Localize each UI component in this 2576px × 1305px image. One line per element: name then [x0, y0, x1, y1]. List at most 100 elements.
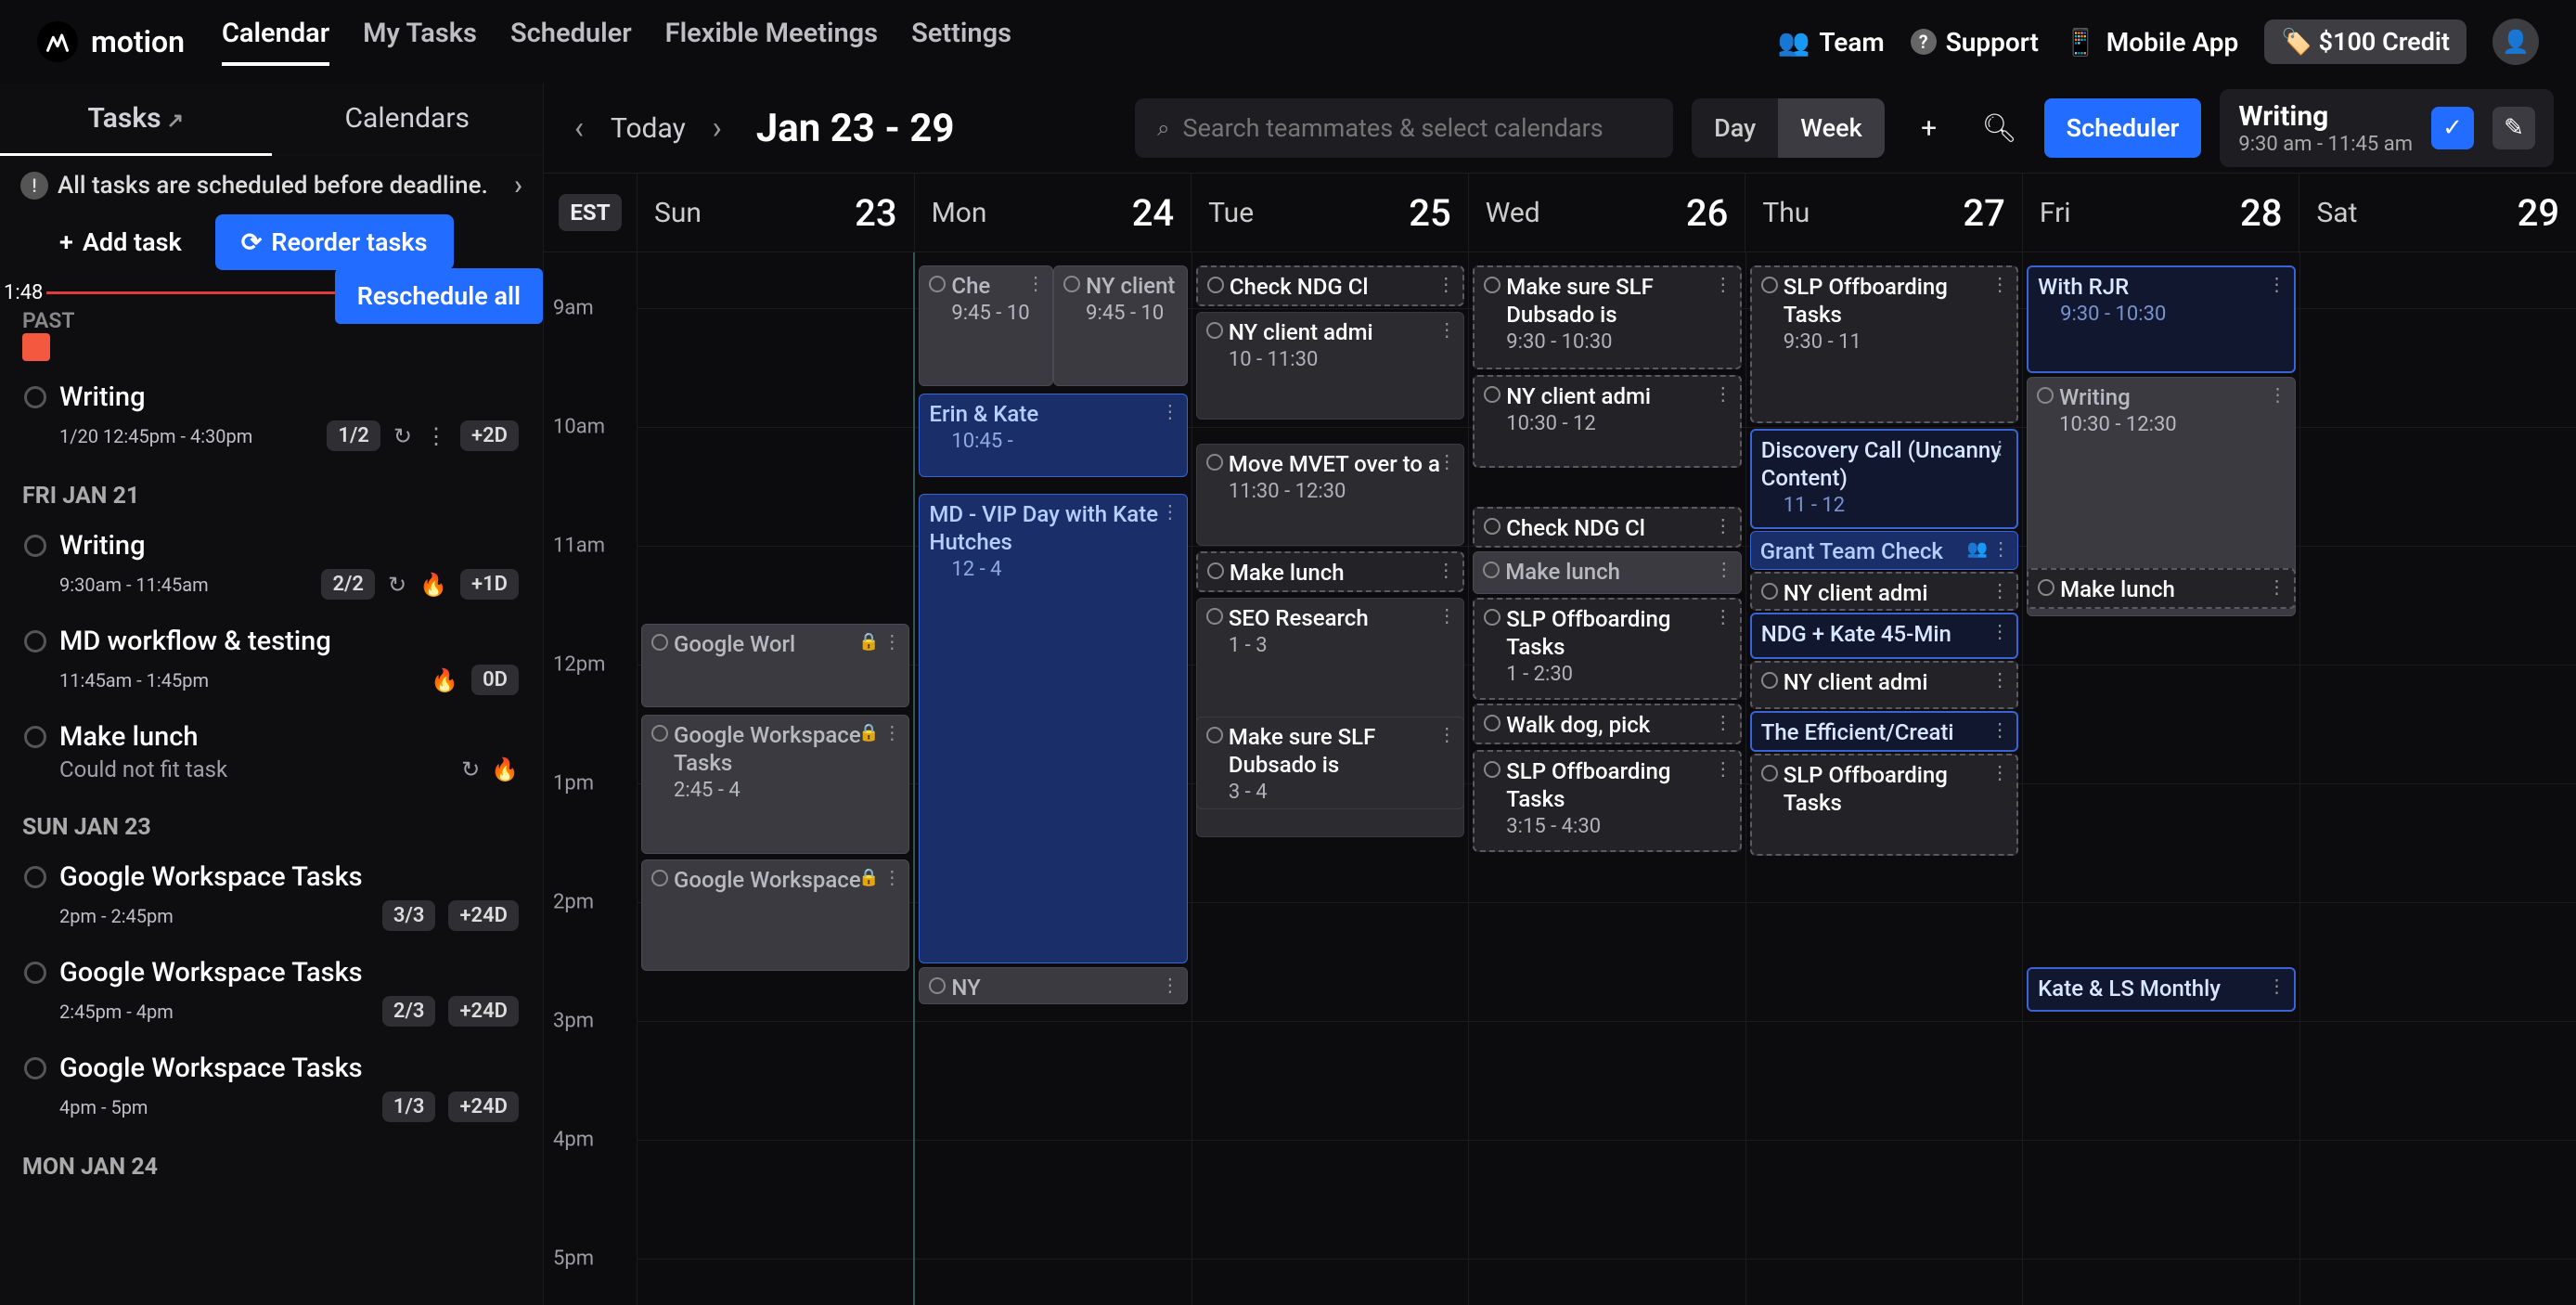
kebab-icon[interactable]: ⋮: [1714, 273, 1732, 295]
nav-my-tasks[interactable]: My Tasks: [363, 18, 477, 66]
confirm-button[interactable]: ✓: [2431, 107, 2474, 149]
calendar-event[interactable]: Erin & Kate10:45 -⋮: [919, 394, 1187, 477]
day-header-sun[interactable]: Sun23: [637, 174, 914, 252]
prev-week-button[interactable]: ‹: [566, 110, 592, 147]
calendar-event[interactable]: Make sure SLF Dubsado is3 - 4⋮: [1196, 717, 1464, 809]
kebab-icon[interactable]: ⋮: [1990, 761, 2009, 783]
edit-button[interactable]: ✎: [2492, 107, 2535, 149]
calendar-event[interactable]: Grant Team Check⋮👥: [1750, 531, 2018, 570]
calendar-event[interactable]: Make lunch⋮: [1196, 551, 1464, 592]
calendar-event[interactable]: Che9:45 - 10⋮: [919, 265, 1053, 386]
calendar-event[interactable]: Check NDG Cl⋮: [1196, 265, 1464, 306]
task-item[interactable]: Writing 1/20 12:45pm - 4:30pm 1/2 ↻ ⋮ +2…: [0, 368, 543, 464]
kebab-icon[interactable]: ⋮: [1714, 514, 1732, 536]
kebab-icon[interactable]: ⋮: [1437, 604, 1456, 627]
nav-flexible-meetings[interactable]: Flexible Meetings: [665, 18, 878, 66]
kebab-icon[interactable]: ⋮: [1990, 579, 2009, 601]
task-checkbox-icon[interactable]: [24, 386, 46, 408]
calendar-event[interactable]: NY client admi10 - 11:30⋮: [1196, 312, 1464, 420]
week-toggle[interactable]: Week: [1778, 98, 1884, 158]
calendar-event[interactable]: MD - VIP Day with Kate Hutches12 - 4⋮: [919, 494, 1187, 963]
calendar-event[interactable]: Make lunch⋮: [1473, 551, 1741, 594]
day-column-wed[interactable]: Make sure SLF Dubsado is9:30 - 10:30⋮NY …: [1468, 252, 1745, 1305]
calendar-event[interactable]: With RJR9:30 - 10:30⋮: [2027, 265, 2295, 373]
kebab-icon[interactable]: ⋮: [1436, 559, 1455, 581]
calendar-event[interactable]: Google Workspace Tasks2:45 - 4⋮🔒: [641, 715, 909, 854]
task-item[interactable]: Google Workspace Tasks 2pm - 2:45pm3/3+2…: [0, 848, 543, 944]
calendar-event[interactable]: NY⋮: [919, 967, 1187, 1004]
day-header-fri[interactable]: Fri28: [2022, 174, 2299, 252]
kebab-icon[interactable]: ⋮: [1436, 273, 1455, 295]
task-item[interactable]: Writing 9:30am - 11:45am 2/2 ↻ 🔥 +1D: [0, 517, 543, 613]
day-column-tue[interactable]: Check NDG Cl⋮ NY client admi10 - 11:30⋮ Mo…: [1191, 252, 1468, 1305]
kebab-icon[interactable]: ⋮: [1714, 711, 1732, 733]
user-avatar[interactable]: 👤: [2492, 19, 2539, 65]
calendar-event[interactable]: NY client9:45 - 10⋮: [1053, 265, 1188, 386]
kebab-icon[interactable]: ⋮: [1714, 605, 1732, 627]
search-input[interactable]: [1183, 113, 1652, 143]
calendar-event[interactable]: Make sure SLF Dubsado is9:30 - 10:30⋮: [1473, 265, 1741, 369]
kebab-icon[interactable]: ⋮: [1990, 273, 2009, 295]
day-header-thu[interactable]: Thu27: [1745, 174, 2022, 252]
nav-settings[interactable]: Settings: [911, 18, 1011, 66]
day-column-sat[interactable]: [2299, 252, 2576, 1305]
day-header-sat[interactable]: Sat29: [2299, 174, 2576, 252]
kebab-icon[interactable]: ⋮: [1714, 382, 1732, 405]
kebab-icon[interactable]: ⋮: [1437, 318, 1456, 341]
task-item[interactable]: Google Workspace Tasks 2:45pm - 4pm2/3+2…: [0, 944, 543, 1040]
day-toggle[interactable]: Day: [1692, 98, 1778, 158]
sidebar-tab-calendars[interactable]: Calendars: [272, 84, 544, 156]
kebab-icon[interactable]: ⋮: [1990, 718, 2009, 741]
task-checkbox-icon[interactable]: [24, 726, 46, 748]
kebab-icon[interactable]: ⋮: [425, 423, 447, 449]
day-column-mon[interactable]: Che9:45 - 10⋮NY client9:45 - 10⋮Erin & K…: [913, 252, 1191, 1305]
calendar-event[interactable]: Google Workspace⋮🔒: [641, 859, 909, 971]
kebab-icon[interactable]: ⋮: [1437, 723, 1456, 745]
day-header-mon[interactable]: Mon24: [914, 174, 1191, 252]
calendar-event[interactable]: Kate & LS Monthly⋮: [2027, 967, 2295, 1012]
kebab-icon[interactable]: ⋮: [1437, 450, 1456, 472]
calendar-event[interactable]: SLP Offboarding Tasks1 - 2:30⋮: [1473, 598, 1741, 700]
reorder-tasks-button[interactable]: ⟳Reorder tasks: [215, 214, 454, 270]
search-box[interactable]: ⌕: [1135, 98, 1673, 158]
schedule-banner[interactable]: ! All tasks are scheduled before deadlin…: [0, 156, 543, 214]
nav-calendar[interactable]: Calendar: [222, 18, 329, 66]
add-task-button[interactable]: +Add task: [46, 214, 195, 270]
task-item[interactable]: Google Workspace Tasks 4pm - 5pm1/3+24D: [0, 1040, 543, 1135]
nav-scheduler[interactable]: Scheduler: [510, 18, 632, 66]
credit-pill[interactable]: 🏷️ $100 Credit: [2264, 19, 2467, 64]
team-link[interactable]: 👥Team: [1777, 27, 1884, 58]
task-checkbox-icon[interactable]: [24, 962, 46, 984]
kebab-icon[interactable]: ⋮: [2268, 575, 2286, 598]
task-checkbox-icon[interactable]: [24, 1057, 46, 1079]
calendar-event[interactable]: SLP Offboarding Tasks9:30 - 11⋮: [1750, 265, 2018, 423]
color-swatch[interactable]: [22, 333, 50, 361]
day-header-wed[interactable]: Wed26: [1468, 174, 1745, 252]
calendar-event[interactable]: SLP Offboarding Tasks3:15 - 4:30⋮: [1473, 750, 1741, 852]
kebab-icon[interactable]: ⋮: [1990, 668, 2009, 691]
calendar-event[interactable]: Move MVET over to a11:30 - 12:30⋮: [1196, 444, 1464, 546]
kebab-icon[interactable]: ⋮: [1161, 500, 1179, 523]
kebab-icon[interactable]: ⋮: [1991, 537, 2010, 560]
kebab-icon[interactable]: ⋮: [1714, 757, 1732, 780]
calendar-event[interactable]: SLP Offboarding Tasks⋮: [1750, 754, 2018, 856]
task-checkbox-icon[interactable]: [24, 630, 46, 652]
kebab-icon[interactable]: ⋮: [1715, 558, 1733, 580]
calendar-event[interactable]: NDG + Kate 45-Min⋮: [1750, 613, 2018, 659]
day-header-tue[interactable]: Tue25: [1191, 174, 1468, 252]
sidebar-tab-tasks[interactable]: Tasks↗: [0, 84, 272, 156]
calendar-event[interactable]: Google Worl⋮🔒: [641, 624, 909, 707]
calendar-event[interactable]: Make lunch⋮: [2027, 568, 2295, 609]
add-event-button[interactable]: +: [1903, 102, 1955, 154]
kebab-icon[interactable]: ⋮: [1161, 400, 1179, 422]
kebab-icon[interactable]: ⋮: [2268, 975, 2286, 997]
search-icon-button[interactable]: 🔍︎: [1974, 102, 2026, 154]
scheduler-button[interactable]: Scheduler: [2044, 98, 2202, 158]
day-column-fri[interactable]: With RJR9:30 - 10:30⋮Writing10:30 - 12:3…: [2022, 252, 2299, 1305]
calendar-event[interactable]: NY client admi10:30 - 12⋮: [1473, 375, 1741, 468]
reschedule-all-button[interactable]: Reschedule all: [335, 268, 543, 324]
task-checkbox-icon[interactable]: [24, 535, 46, 557]
task-item[interactable]: MD workflow & testing 11:45am - 1:45pm 🔥…: [0, 613, 543, 708]
calendar-event[interactable]: Walk dog, pick⋮: [1473, 704, 1741, 744]
kebab-icon[interactable]: ⋮: [1161, 974, 1179, 996]
